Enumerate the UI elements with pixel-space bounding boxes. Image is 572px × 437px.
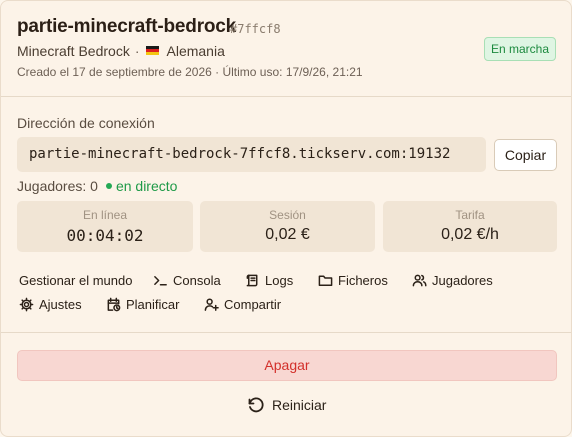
server-name: partie-minecraft-bedrock [17,16,237,37]
schedule-link[interactable]: Planificar [106,297,179,312]
restart-button[interactable]: Reiniciar [247,393,326,417]
live-indicator: en directo [105,178,178,194]
connection-address[interactable]: partie-minecraft-bedrock-7ffcf8.tickserv… [17,137,486,172]
stat-rate: Tarifa 0,02 €/h [383,201,557,252]
subtitle-separator: · [134,43,140,59]
stat-session: Sesión 0,02 € [200,201,375,252]
players-link[interactable]: Jugadores [412,273,493,288]
server-hash: #7ffcf8 [230,22,281,36]
server-subtitle: Minecraft Bedrock · Alemania [17,43,225,59]
server-country: Alemania [166,43,225,59]
stop-button[interactable]: Apagar [17,350,557,381]
terminal-icon [154,276,167,286]
user-plus-icon [204,298,219,311]
players-count: Jugadores: 0 [17,178,98,194]
live-label: en directo [115,178,178,194]
share-label: Compartir [224,297,282,312]
files-link[interactable]: Ficheros [318,273,388,288]
gear-icon [19,297,34,312]
console-label: Consola [173,273,221,288]
scroll-icon [246,274,258,287]
server-header: partie-minecraft-bedrock #7ffcf8 Minecra… [1,1,571,97]
players-status: Jugadores: 0 en directo [17,178,177,194]
server-meta: Creado el 17 de septiembre de 2026 · Últ… [17,65,363,79]
stat-online-label: En línea [82,208,128,222]
stat-online-value: 00:04:02 [66,226,144,245]
manage-world-label: Gestionar el mundo [19,273,133,288]
section-divider [1,332,571,333]
stat-rate-label: Tarifa [455,208,485,222]
folder-icon [318,275,333,286]
germany-flag-icon [145,45,159,55]
schedule-label: Planificar [126,297,180,312]
stat-online: En línea 00:04:02 [17,201,193,252]
restart-label: Reiniciar [272,397,327,413]
live-dot-icon [105,183,112,189]
stat-session-label: Sesión [269,208,306,222]
status-badge: En marcha [484,37,556,61]
share-link[interactable]: Compartir [204,297,281,312]
stat-session-value: 0,02 € [265,226,310,243]
connection-label: Dirección de conexión [17,115,155,131]
logs-label: Logs [265,273,294,288]
logs-link[interactable]: Logs [245,273,293,288]
settings-link[interactable]: Ajustes [19,297,82,312]
stat-rate-value: 0,02 €/h [441,226,499,243]
console-link[interactable]: Consola [153,273,221,288]
server-card: partie-minecraft-bedrock #7ffcf8 Minecra… [0,0,572,437]
files-label: Ficheros [338,273,388,288]
players-label: Jugadores [432,273,493,288]
calendar-clock-icon [107,297,121,312]
manage-world-link[interactable]: Gestionar el mundo [19,273,132,288]
copy-button[interactable]: Copiar [494,139,557,171]
server-edition: Minecraft Bedrock [17,43,130,59]
rotate-ccw-icon [248,397,264,413]
users-icon [412,274,427,287]
settings-label: Ajustes [39,297,82,312]
